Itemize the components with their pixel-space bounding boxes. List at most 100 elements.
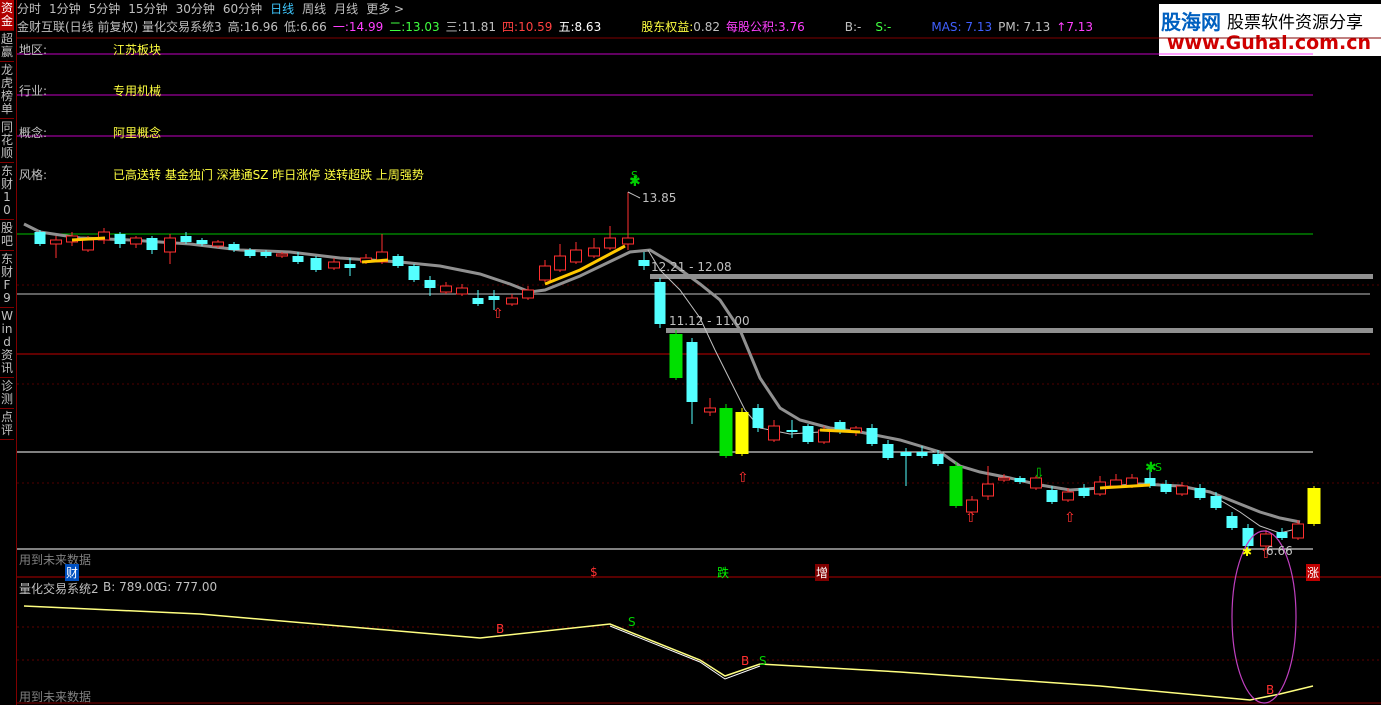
mark-dollar: $ — [590, 565, 598, 579]
candle-body — [539, 265, 551, 281]
candle-body — [130, 237, 142, 245]
industry-value: 专用机械 — [113, 84, 162, 98]
candle-body — [1078, 488, 1090, 496]
candle-body — [164, 237, 176, 253]
low-price: 6.66 — [1266, 544, 1293, 558]
peak-s-label: S — [631, 169, 638, 182]
candle-body — [456, 287, 468, 295]
mark-die: 跌 — [717, 566, 730, 580]
style-value: 已高送转 基金独门 深港通SZ 昨日涨停 送转超跌 上周强势 — [113, 168, 424, 182]
candle-body — [440, 285, 452, 293]
candle-body — [1110, 479, 1122, 487]
yellow-seg-1 — [71, 236, 106, 242]
yellow-seg-5 — [1099, 483, 1151, 490]
candle-body — [998, 477, 1010, 481]
concept-label: 概念: — [19, 126, 48, 140]
candle-body — [786, 430, 798, 432]
candle-body — [554, 255, 566, 271]
candle-body — [1014, 478, 1026, 482]
sub-g-value: G: 777.00 — [158, 580, 218, 594]
mark-cai: 财 — [65, 564, 80, 581]
range-label-2: 11.12 - 11.00 — [669, 314, 750, 328]
resistance-bar-2 — [666, 328, 1373, 333]
candle-body — [1292, 523, 1304, 539]
sub-b-mark-2: B — [741, 654, 750, 668]
candle-body — [328, 261, 340, 269]
mark-zhang: 涨 — [1306, 564, 1321, 581]
candle-body — [424, 280, 436, 288]
sub-b-mark-1: B — [496, 622, 505, 636]
candle-body — [654, 282, 666, 324]
candle-body — [260, 252, 272, 256]
sub-s-mark-2: S — [759, 654, 767, 668]
candle-body — [1160, 484, 1172, 492]
candle-body — [752, 408, 764, 428]
mark-zeng: 增 — [815, 564, 830, 581]
candle-body — [276, 253, 288, 257]
candle-body — [1210, 496, 1222, 508]
candle-body — [622, 237, 634, 245]
buy-arrow-4: ⇧ — [1064, 510, 1076, 526]
candlesticks — [34, 192, 1321, 550]
candle-body — [392, 256, 404, 266]
sub-title: 量化交易系统2 — [19, 582, 99, 596]
candle-body — [719, 408, 733, 456]
yellow-seg-4 — [819, 428, 861, 434]
candle-body — [882, 444, 894, 458]
candle-body — [802, 426, 814, 442]
candle-body — [704, 407, 716, 413]
candle-body — [292, 256, 304, 262]
candle-body — [408, 266, 420, 280]
sub-b-mark-3: B — [1266, 683, 1275, 697]
range-label-1: 12.21 - 12.08 — [651, 260, 732, 274]
sub-b-value: B: 789.00 — [103, 580, 162, 594]
candle-body — [735, 412, 749, 454]
low-star: ✱ — [1242, 545, 1252, 559]
candle-body — [244, 250, 256, 256]
candle-body — [900, 452, 912, 456]
candle-body — [768, 425, 780, 441]
candle-body — [1046, 490, 1058, 502]
buy-arrow-1: ⇧ — [492, 306, 504, 322]
candle-body — [506, 297, 518, 305]
candle-body — [212, 241, 224, 247]
candle-body — [932, 454, 944, 464]
kline-chart: ✱ ⇧ ⇧ ⇧ ⇧ ⇧ ⇩ ✱ ✱ — [17, 37, 1381, 704]
buy-arrow-2: ⇧ — [737, 470, 749, 486]
yellow-seg-2 — [361, 258, 389, 264]
candle-body — [228, 244, 240, 250]
candle-body — [114, 234, 126, 244]
style-label: 风格: — [19, 168, 48, 182]
candle-body — [472, 298, 484, 304]
candle-body — [50, 239, 62, 245]
candle-body — [570, 249, 582, 263]
candle-body — [588, 247, 600, 257]
candle-body — [604, 237, 616, 249]
concept-value: 阿里概念 — [113, 126, 162, 140]
candle-body — [82, 239, 94, 251]
candle-body — [1176, 485, 1188, 495]
future-data-note-2: 用到未来数据 — [19, 690, 92, 704]
candle-body — [488, 296, 500, 300]
candle-body — [1062, 491, 1074, 501]
candle-body — [982, 483, 994, 497]
candle-body — [686, 342, 698, 402]
sell-arrow-1: ⇩ — [1033, 466, 1045, 482]
industry-label: 行业: — [19, 84, 48, 98]
candle-body — [949, 466, 963, 506]
sub-line-1 — [23, 605, 1314, 701]
candle-body — [638, 260, 650, 266]
candle-body — [34, 232, 46, 244]
candle-body — [180, 236, 192, 242]
candle-body — [916, 452, 928, 456]
resistance-bar-1 — [650, 274, 1373, 279]
candle-body — [522, 289, 534, 299]
future-data-note-1: 用到未来数据 — [19, 553, 92, 567]
candle-body — [1194, 488, 1206, 498]
candle-body — [196, 240, 208, 244]
region-value: 江苏板块 — [113, 43, 162, 57]
candle-body — [669, 334, 683, 378]
candle-body — [146, 238, 158, 250]
candle-body — [1276, 532, 1288, 538]
region-label: 地区: — [19, 43, 48, 57]
